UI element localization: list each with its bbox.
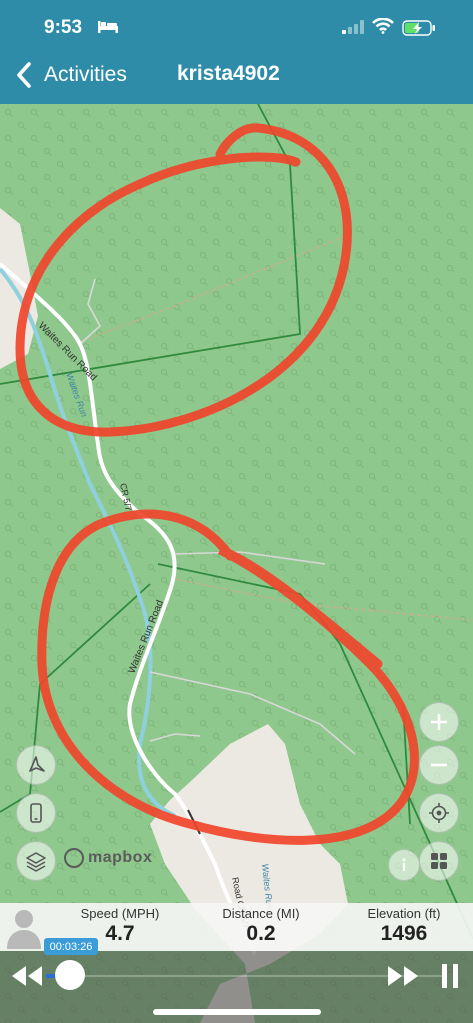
zoom-in-button[interactable] <box>419 702 459 742</box>
playback-bar: 00:03:26 <box>0 938 473 1023</box>
back-button[interactable]: Activities <box>12 58 127 92</box>
distance-stat: Distance (MI) 0.2 <box>208 906 314 946</box>
compass-button[interactable] <box>16 745 56 785</box>
map-canvas[interactable]: Waites Run Road CR 5/7 Waites Run Road R… <box>0 104 473 1023</box>
layers-button[interactable] <box>16 841 56 881</box>
grid-icon <box>431 853 447 869</box>
elapsed-time-badge: 00:03:26 <box>44 938 98 955</box>
mapbox-wordmark: mapbox <box>88 849 153 866</box>
page-title: krista4902 <box>177 62 280 85</box>
back-label: Activities <box>44 63 127 86</box>
elevation-value: 1496 <box>380 922 428 945</box>
app-header: 9:53 Activities krista4902 <box>0 0 473 104</box>
map-view[interactable]: Waites Run Road CR 5/7 Waites Run Road R… <box>0 104 473 1023</box>
speed-label: Speed (MPH) <box>80 906 160 921</box>
rewind-icon[interactable] <box>10 964 44 988</box>
signal-icon <box>342 20 364 34</box>
zoom-out-icon <box>431 763 447 767</box>
distance-value: 0.2 <box>246 922 276 945</box>
status-time: 9:53 <box>44 17 83 38</box>
mapbox-logo-icon <box>64 848 84 868</box>
progress-thumb[interactable] <box>55 960 85 990</box>
mapbox-logo: mapbox <box>64 848 152 868</box>
grid-button[interactable] <box>419 841 459 881</box>
user-avatar-icon[interactable] <box>4 905 44 949</box>
elevation-label: Elevation (ft) <box>367 906 441 921</box>
phone-orientation-button[interactable] <box>16 793 56 833</box>
chevron-left-icon <box>17 62 31 88</box>
compass-icon <box>29 756 45 772</box>
pause-icon[interactable] <box>440 962 460 990</box>
elevation-stat: Elevation (ft) 1496 <box>352 906 456 946</box>
zoom-out-button[interactable] <box>419 745 459 785</box>
info-icon <box>402 858 406 871</box>
locate-icon <box>429 803 449 823</box>
wifi-icon <box>372 18 394 34</box>
phone-icon <box>30 803 42 823</box>
layers-icon <box>26 852 46 872</box>
zoom-in-icon <box>431 714 447 730</box>
home-indicator <box>153 1009 321 1015</box>
bed-icon <box>98 21 118 33</box>
battery-charging-icon <box>402 20 435 36</box>
fast-forward-icon[interactable] <box>386 964 420 988</box>
distance-label: Distance (MI) <box>222 906 300 921</box>
info-button[interactable] <box>388 849 420 881</box>
locate-button[interactable] <box>419 793 459 833</box>
